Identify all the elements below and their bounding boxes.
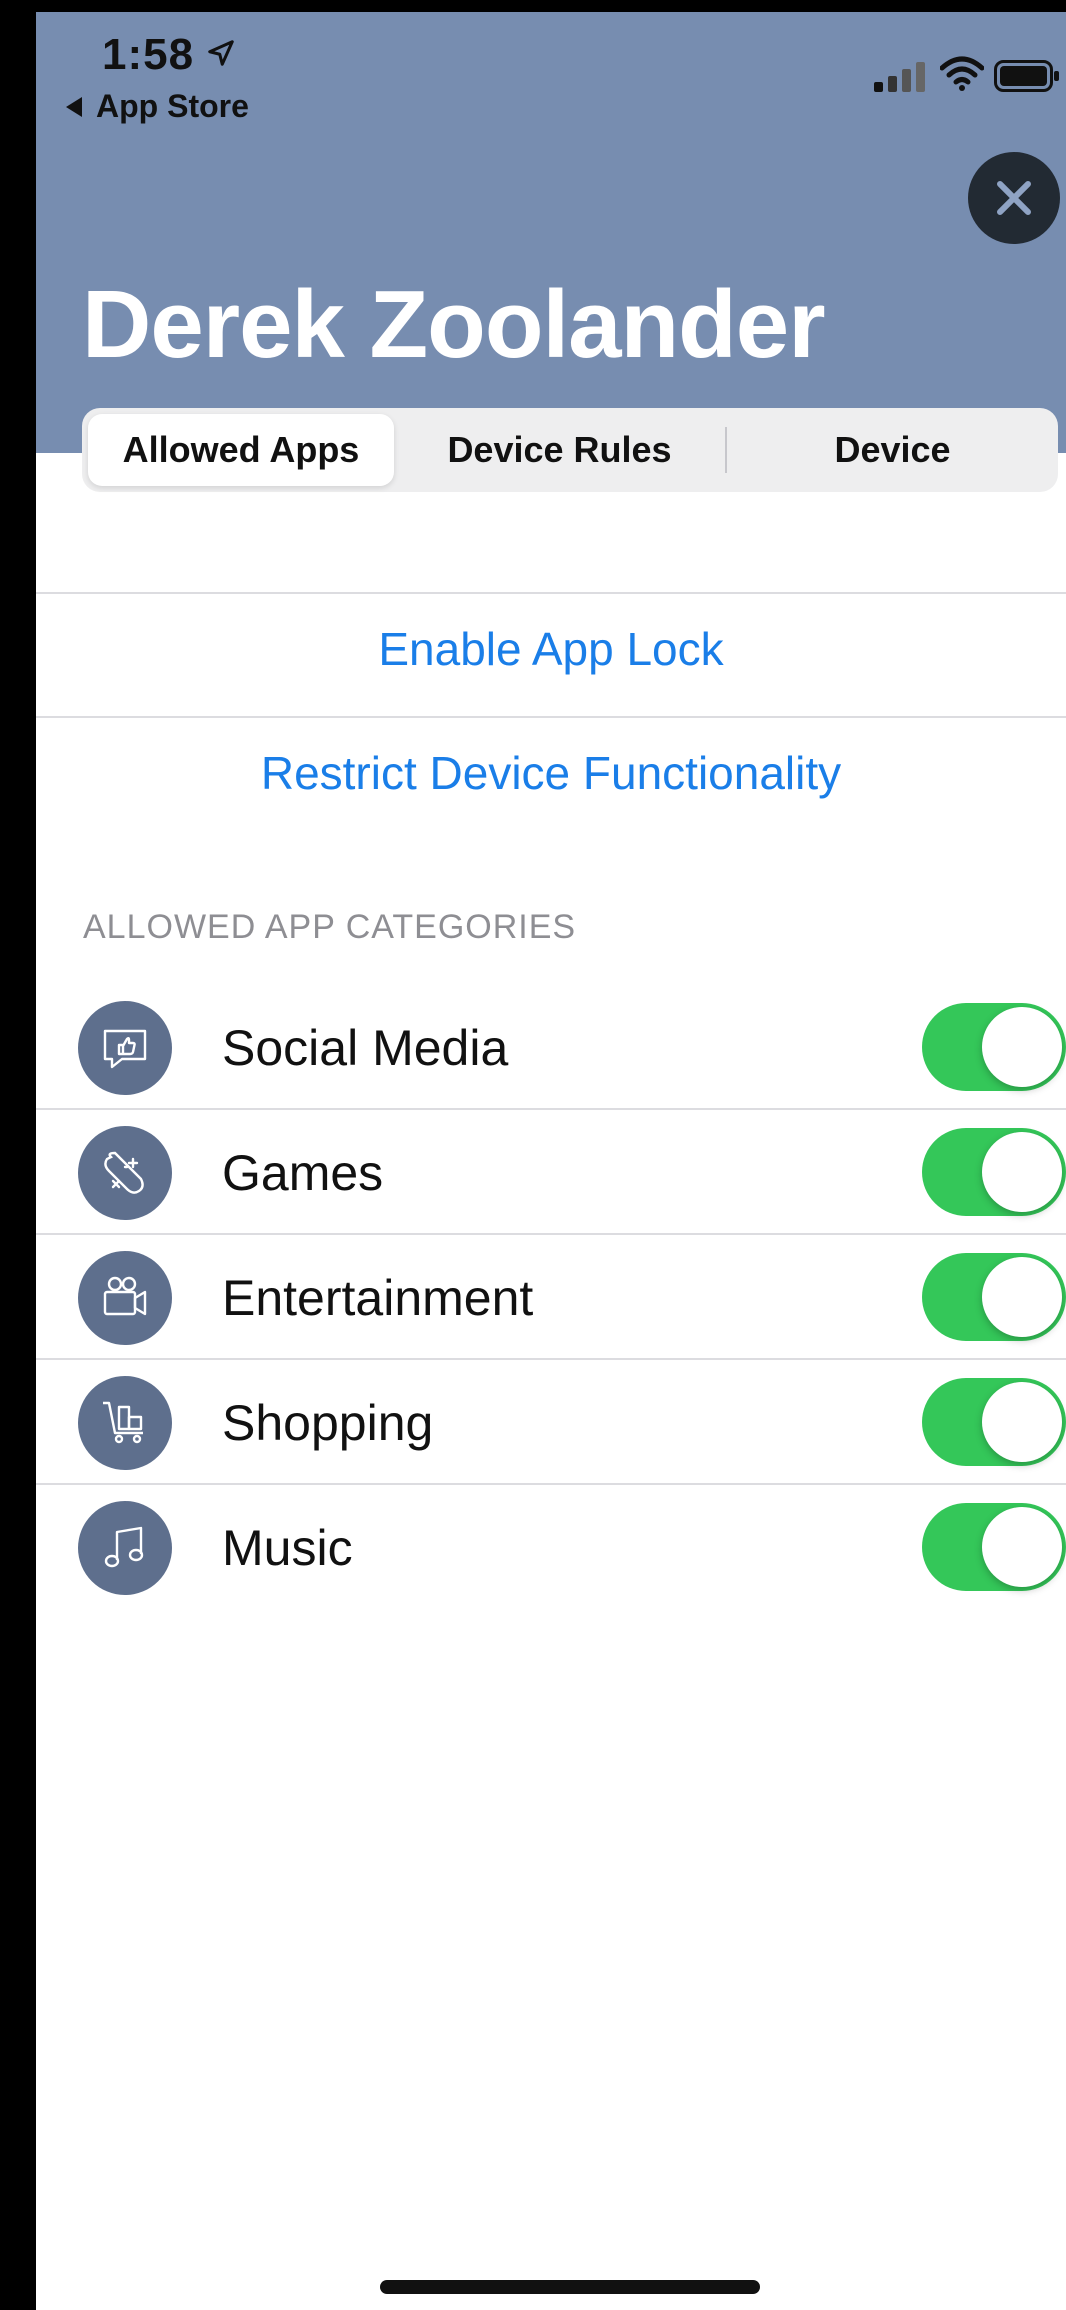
cellular-signal-icon xyxy=(874,62,925,92)
tab-allowed-apps[interactable]: Allowed Apps xyxy=(88,414,394,486)
section-title: ALLOWED APP CATEGORIES xyxy=(83,908,577,946)
back-arrow-icon xyxy=(66,96,82,117)
games-toggle[interactable] xyxy=(922,1128,1066,1216)
category-label: Shopping xyxy=(222,1395,434,1451)
social-media-toggle[interactable] xyxy=(922,1003,1066,1091)
category-label: Social Media xyxy=(222,1020,509,1076)
wifi-icon xyxy=(940,56,984,91)
toggle-knob xyxy=(982,1132,1062,1212)
shopping-cart-icon xyxy=(78,1376,172,1470)
restrict-device-functionality-button[interactable]: Restrict Device Functionality xyxy=(36,746,1066,800)
screen: 1:58 App Store Derek Zoolander Allowed A… xyxy=(36,0,1066,2310)
home-indicator xyxy=(380,2280,760,2294)
enable-app-lock-button[interactable]: Enable App Lock xyxy=(36,622,1066,676)
location-arrow-icon xyxy=(208,40,234,66)
divider xyxy=(36,716,1066,718)
music-toggle[interactable] xyxy=(922,1503,1066,1591)
back-to-app-store[interactable]: App Store xyxy=(66,88,249,125)
tab-device-rules[interactable]: Device Rules xyxy=(394,414,725,486)
back-label: App Store xyxy=(96,88,249,124)
segmented-control: Allowed Apps Device Rules Device xyxy=(82,408,1058,492)
close-button[interactable] xyxy=(968,152,1060,244)
tab-device[interactable]: Device xyxy=(727,414,1058,486)
music-note-icon xyxy=(78,1501,172,1595)
toggle-knob xyxy=(982,1007,1062,1087)
battery-icon xyxy=(994,60,1059,92)
toggle-knob xyxy=(982,1507,1062,1587)
toggle-knob xyxy=(982,1382,1062,1462)
top-bezel xyxy=(36,0,1066,12)
divider xyxy=(36,592,1066,594)
category-label: Entertainment xyxy=(222,1270,534,1326)
entertainment-toggle[interactable] xyxy=(922,1253,1066,1341)
category-row-social-media: Social Media xyxy=(36,985,1066,1110)
video-camera-icon xyxy=(78,1251,172,1345)
close-icon xyxy=(997,181,1031,215)
category-label: Music xyxy=(222,1520,353,1576)
category-row-music: Music xyxy=(36,1485,1066,1609)
status-time: 1:58 xyxy=(102,30,195,79)
page-title: Derek Zoolander xyxy=(82,271,826,378)
category-label: Games xyxy=(222,1145,384,1201)
category-row-entertainment: Entertainment xyxy=(36,1235,1066,1360)
shopping-toggle[interactable] xyxy=(922,1378,1066,1466)
category-row-shopping: Shopping xyxy=(36,1360,1066,1485)
category-row-games: Games xyxy=(36,1110,1066,1235)
toggle-knob xyxy=(982,1257,1062,1337)
chat-thumbs-up-icon xyxy=(78,1001,172,1095)
gamepad-icon xyxy=(78,1126,172,1220)
